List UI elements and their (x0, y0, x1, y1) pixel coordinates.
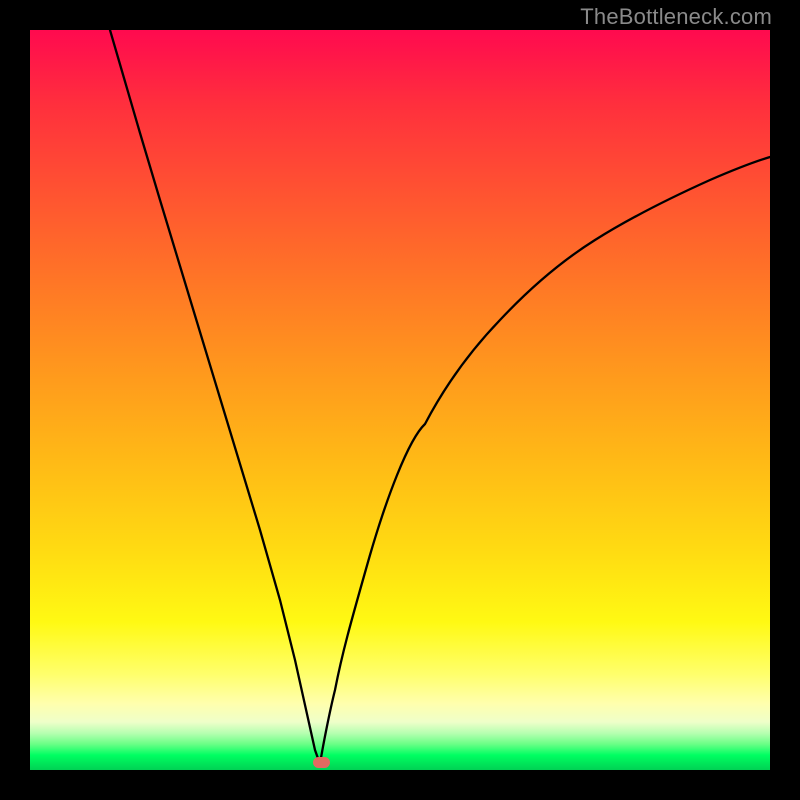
curve-layer (30, 30, 770, 770)
watermark-text: TheBottleneck.com (0, 4, 800, 30)
chart-frame: TheBottleneck.com (0, 0, 800, 800)
curve-right-branch (320, 157, 770, 764)
bottleneck-marker (313, 757, 330, 768)
curve-left-branch (110, 30, 320, 764)
bottleneck-plot (30, 30, 770, 770)
